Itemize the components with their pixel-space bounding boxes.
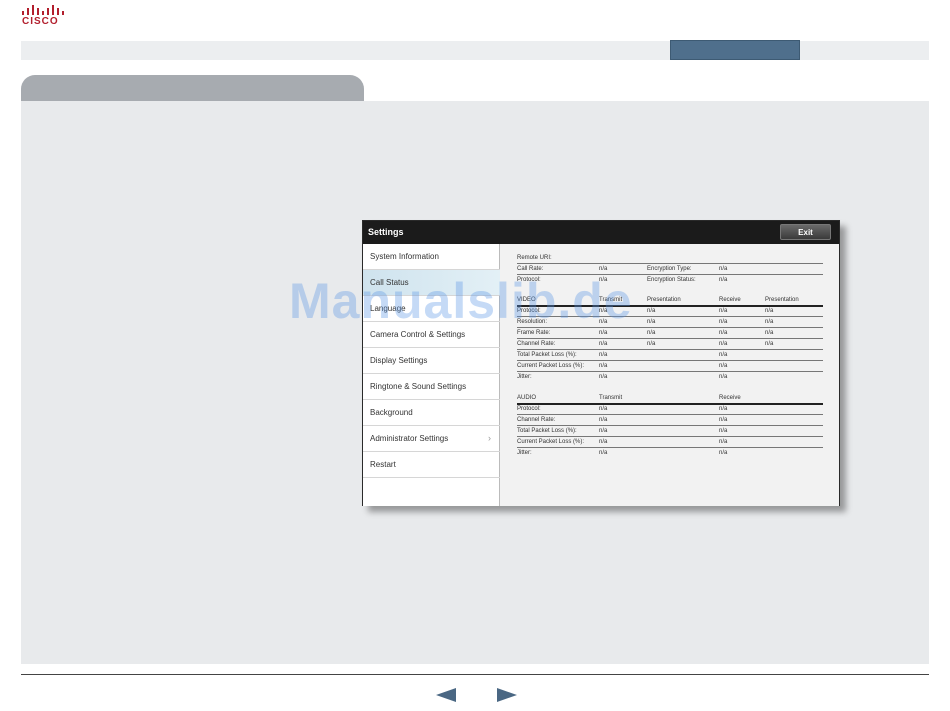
video-row-label: Total Packet Loss (%): <box>517 352 577 358</box>
divider <box>517 425 823 426</box>
video-row-value: n/a <box>599 352 608 358</box>
menu-item-background[interactable]: Background <box>363 400 500 426</box>
menu-item-label: Camera Control & Settings <box>370 330 466 339</box>
video-row-value: n/a <box>719 374 728 380</box>
video-presentation-tx-header: Presentation <box>647 297 681 303</box>
menu-item-label: Background <box>370 408 413 417</box>
cisco-bars-icon <box>22 5 64 15</box>
logo-text: CISCO <box>22 16 59 27</box>
video-row-value: n/a <box>647 341 656 347</box>
video-row-value: n/a <box>647 308 656 314</box>
video-row-label: Frame Rate: <box>517 330 551 336</box>
video-row-value: n/a <box>765 319 774 325</box>
audio-receive-header: Receive <box>719 395 741 401</box>
audio-row-label: Current Packet Loss (%): <box>517 439 585 445</box>
divider <box>517 263 823 264</box>
section-tab <box>21 75 364 103</box>
video-presentation-rx-header: Presentation <box>765 297 799 303</box>
divider <box>517 447 823 448</box>
menu-item-display-settings[interactable]: Display Settings <box>363 348 500 374</box>
watermark: Manualslib.de <box>289 273 633 329</box>
video-row-value: n/a <box>765 308 774 314</box>
divider <box>517 360 823 361</box>
video-row-label: Jitter: <box>517 374 532 380</box>
settings-title: Settings <box>368 227 404 237</box>
audio-row-label: Channel Rate: <box>517 417 556 423</box>
video-receive-header: Receive <box>719 297 741 303</box>
chevron-right-icon: › <box>488 433 491 443</box>
divider <box>517 414 823 415</box>
arrow-left-icon[interactable] <box>436 688 456 702</box>
divider <box>517 403 823 405</box>
exit-button[interactable]: Exit <box>780 224 831 240</box>
audio-row-label: Protocol: <box>517 406 541 412</box>
divider <box>517 436 823 437</box>
video-row-value: n/a <box>719 308 728 314</box>
video-row-value: n/a <box>599 374 608 380</box>
menu-item-label: Restart <box>370 460 396 469</box>
video-row-value: n/a <box>719 319 728 325</box>
audio-row-value: n/a <box>599 450 608 456</box>
video-row-label: Channel Rate: <box>517 341 556 347</box>
menu-item-restart[interactable]: Restart <box>363 452 500 478</box>
audio-row-value: n/a <box>599 428 608 434</box>
video-row-value: n/a <box>719 352 728 358</box>
settings-window: Settings Exit System Information Call St… <box>362 220 840 506</box>
video-row-label: Current Packet Loss (%): <box>517 363 585 369</box>
menu-item-label: Ringtone & Sound Settings <box>370 382 467 391</box>
menu-item-administrator-settings[interactable]: Administrator Settings › <box>363 426 500 452</box>
audio-row-value: n/a <box>599 439 608 445</box>
encryption-type-value: n/a <box>719 266 728 272</box>
remote-uri-label: Remote URI: <box>517 255 552 261</box>
settings-header: Settings Exit <box>363 221 839 244</box>
encryption-status-value: n/a <box>719 277 728 283</box>
video-row-value: n/a <box>765 341 774 347</box>
video-row-value: n/a <box>719 363 728 369</box>
audio-row-value: n/a <box>719 450 728 456</box>
audio-transmit-header: Transmit <box>599 395 623 401</box>
nav-active-tab[interactable] <box>670 40 800 60</box>
menu-item-label: System Information <box>370 252 439 261</box>
video-row-value: n/a <box>719 341 728 347</box>
menu-item-ringtone-sound[interactable]: Ringtone & Sound Settings <box>363 374 500 400</box>
divider <box>517 338 823 339</box>
cisco-logo: CISCO <box>21 4 71 28</box>
video-row-value: n/a <box>765 330 774 336</box>
video-row-value: n/a <box>599 363 608 369</box>
audio-row-value: n/a <box>719 439 728 445</box>
audio-row-value: n/a <box>599 406 608 412</box>
video-row-value: n/a <box>647 319 656 325</box>
audio-row-label: Total Packet Loss (%): <box>517 428 577 434</box>
divider <box>517 349 823 350</box>
video-row-value: n/a <box>599 341 608 347</box>
arrow-right-icon[interactable] <box>497 688 517 702</box>
encryption-type-label: Encryption Type: <box>647 266 692 272</box>
audio-header: AUDIO <box>517 395 537 401</box>
footer-divider <box>21 674 929 675</box>
menu-item-label: Administrator Settings <box>370 434 449 443</box>
menu-item-system-information[interactable]: System Information <box>363 244 500 270</box>
audio-row-value: n/a <box>719 406 728 412</box>
video-row-value: n/a <box>647 330 656 336</box>
audio-row-value: n/a <box>719 428 728 434</box>
divider <box>517 371 823 372</box>
encryption-status-label: Encryption Status: <box>647 277 696 283</box>
audio-row-value: n/a <box>599 417 608 423</box>
video-row-value: n/a <box>719 330 728 336</box>
audio-row-label: Jitter: <box>517 450 532 456</box>
menu-item-label: Display Settings <box>370 356 428 365</box>
audio-row-value: n/a <box>719 417 728 423</box>
video-row-value: n/a <box>599 330 608 336</box>
